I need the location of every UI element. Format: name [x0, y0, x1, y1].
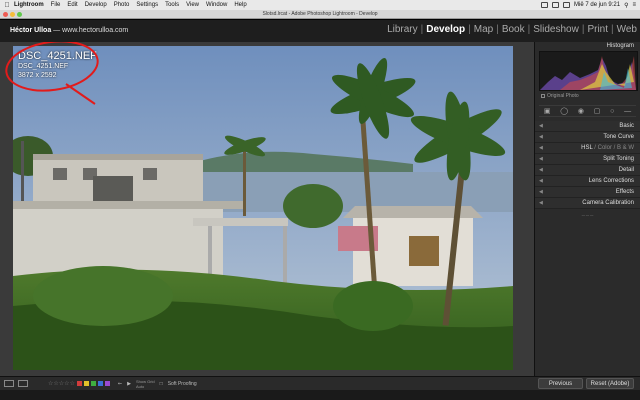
histogram-graph	[540, 56, 636, 90]
collapse-triangle-icon: ◀	[539, 167, 543, 173]
identity-site: — www.hectorulloa.com	[51, 27, 129, 34]
previous-button[interactable]: Previous	[538, 378, 583, 389]
color-label-purple[interactable]	[104, 381, 110, 386]
section-detail[interactable]: ◀ Detail	[535, 165, 640, 176]
display-icon[interactable]	[541, 2, 549, 8]
minimize-window-icon[interactable]	[10, 12, 15, 17]
show-grid-control[interactable]: Show Grid Auto	[136, 379, 155, 389]
overlay-filename-secondary: DSC_4251.NEF	[18, 63, 69, 70]
collapse-triangle-icon: ◀	[539, 145, 543, 151]
color-label-yellow[interactable]	[83, 381, 89, 386]
hsl-label[interactable]: HSL	[581, 145, 592, 151]
apple-menu-icon[interactable]: 	[0, 2, 14, 9]
play-icon[interactable]: ▶	[127, 381, 131, 387]
tool-strip: ▣ ◯ ◉ ▢ ○ —	[539, 105, 636, 117]
soft-proofing-checkbox[interactable]: □	[160, 381, 163, 387]
image-workspace: DSC_4251.NEF DSC_4251.NEF 3872 x 2592	[0, 42, 534, 376]
identity-name: Héctor Ulloa	[10, 27, 52, 34]
before-after-icon[interactable]	[18, 380, 28, 387]
crop-tool-icon[interactable]: ▣	[544, 107, 551, 115]
menu-edit[interactable]: Edit	[67, 2, 77, 8]
menu-help[interactable]: Help	[234, 2, 246, 8]
collapse-triangle-icon: ◀	[539, 134, 543, 140]
right-panel: Histogram Original Photo ▣ ◯ ◉ ▢ ○ — ◀ Ba…	[534, 42, 640, 376]
top-panel: Héctor Ulloa — www.hectorulloa.com Libra…	[0, 20, 640, 42]
wifi-icon[interactable]	[552, 2, 560, 8]
toolbar-controls: ⇜ ▶ Show Grid Auto □ Soft Proofing	[118, 379, 197, 389]
section-tone-curve[interactable]: ◀ Tone Curve	[535, 132, 640, 143]
original-photo-checkbox[interactable]	[541, 94, 545, 98]
section-basic[interactable]: ◀ Basic	[535, 121, 640, 132]
photo-preview[interactable]: DSC_4251.NEF DSC_4251.NEF 3872 x 2592	[13, 46, 513, 370]
collapse-triangle-icon: ◀	[539, 123, 543, 129]
red-eye-icon[interactable]: ◉	[578, 107, 584, 115]
soft-proofing-label: Soft Proofing	[167, 380, 197, 387]
overlay-dimensions: 3872 x 2592	[18, 72, 57, 79]
menu-photo[interactable]: Photo	[114, 2, 130, 8]
prev-arrow-icon[interactable]: ⇜	[118, 381, 122, 387]
bottom-toolbar: ☆☆☆☆☆ ⇜ ▶ Show Grid Auto □ Soft Proofing …	[0, 376, 640, 390]
overlay-filename: DSC_4251.NEF	[18, 50, 97, 62]
menu-app-name[interactable]: Lightroom	[14, 2, 44, 8]
module-slideshow[interactable]: Slideshow	[532, 24, 580, 35]
color-label-red[interactable]	[76, 381, 82, 386]
mac-menu-bar:  Lightroom File Edit Develop Photo Sett…	[0, 0, 640, 10]
window-title: Slotsd.lrcat - Adobe Photoshop Lightroom…	[262, 11, 378, 17]
zoom-window-icon[interactable]	[17, 12, 22, 17]
module-print[interactable]: Print	[586, 24, 609, 35]
module-book[interactable]: Book	[501, 24, 526, 35]
section-split-toning[interactable]: ◀ Split Toning	[535, 154, 640, 165]
menu-tools[interactable]: Tools	[165, 2, 179, 8]
spot-removal-icon[interactable]: ◯	[560, 107, 568, 115]
collapse-triangle-icon: ◀	[539, 189, 543, 195]
module-library[interactable]: Library	[386, 24, 419, 35]
collapse-triangle-icon: ◀	[539, 178, 543, 184]
module-picker: Library | Develop | Map | Book | Slideshow | …	[386, 24, 638, 35]
menu-develop[interactable]: Develop	[85, 2, 107, 8]
bw-label[interactable]: B & W	[617, 145, 634, 151]
graduated-filter-icon[interactable]: ▢	[594, 107, 601, 115]
section-lens-corrections[interactable]: ◀ Lens Corrections	[535, 176, 640, 187]
window-title-bar: Slotsd.lrcat - Adobe Photoshop Lightroom…	[0, 10, 640, 19]
collapse-triangle-icon: ◀	[539, 156, 543, 162]
section-effects[interactable]: ◀ Effects	[535, 187, 640, 198]
filmstrip-strip	[0, 390, 640, 400]
panel-end-mark: ∼∼∼	[581, 213, 594, 219]
section-hsl[interactable]: ◀ HSL / Color / B & W	[535, 143, 640, 154]
menu-settings[interactable]: Settings	[136, 2, 158, 8]
original-photo-toggle[interactable]: Original Photo	[535, 91, 640, 101]
battery-icon[interactable]	[563, 2, 571, 8]
menu-list-icon[interactable]: ≡	[632, 2, 636, 8]
menu-view[interactable]: View	[186, 2, 199, 8]
histogram[interactable]	[539, 51, 638, 91]
toolbar-right: Previous Reset (Adobe)	[538, 378, 634, 389]
menu-window[interactable]: Window	[206, 2, 227, 8]
menu-file[interactable]: File	[51, 2, 61, 8]
color-label-blue[interactable]	[97, 381, 103, 386]
module-develop[interactable]: Develop	[425, 24, 466, 35]
identity-plate: Héctor Ulloa — www.hectorulloa.com	[10, 27, 128, 34]
adjustment-brush-icon[interactable]: —	[624, 108, 631, 115]
section-camera-calibration[interactable]: ◀ Camera Calibration	[535, 198, 640, 209]
search-icon[interactable]: ⚲	[624, 2, 628, 9]
photo-landscape	[13, 46, 513, 370]
close-window-icon[interactable]	[3, 12, 8, 17]
module-map[interactable]: Map	[473, 24, 494, 35]
module-web[interactable]: Web	[616, 24, 638, 35]
collapse-triangle-icon: ◀	[539, 200, 543, 206]
histogram-header[interactable]: Histogram	[535, 42, 640, 51]
loupe-view-icon[interactable]	[4, 380, 14, 387]
clock[interactable]: Miê 7 de jun 9:21	[574, 2, 620, 8]
rating-stars[interactable]: ☆☆☆☆☆	[48, 380, 75, 387]
reset-button[interactable]: Reset (Adobe)	[586, 378, 634, 389]
color-label[interactable]: Color	[598, 145, 612, 151]
original-photo-label: Original Photo	[547, 93, 579, 99]
color-label-green[interactable]	[90, 381, 96, 386]
photo-info-overlay: DSC_4251.NEF DSC_4251.NEF 3872 x 2592	[18, 50, 97, 80]
radial-filter-icon[interactable]: ○	[610, 108, 614, 115]
